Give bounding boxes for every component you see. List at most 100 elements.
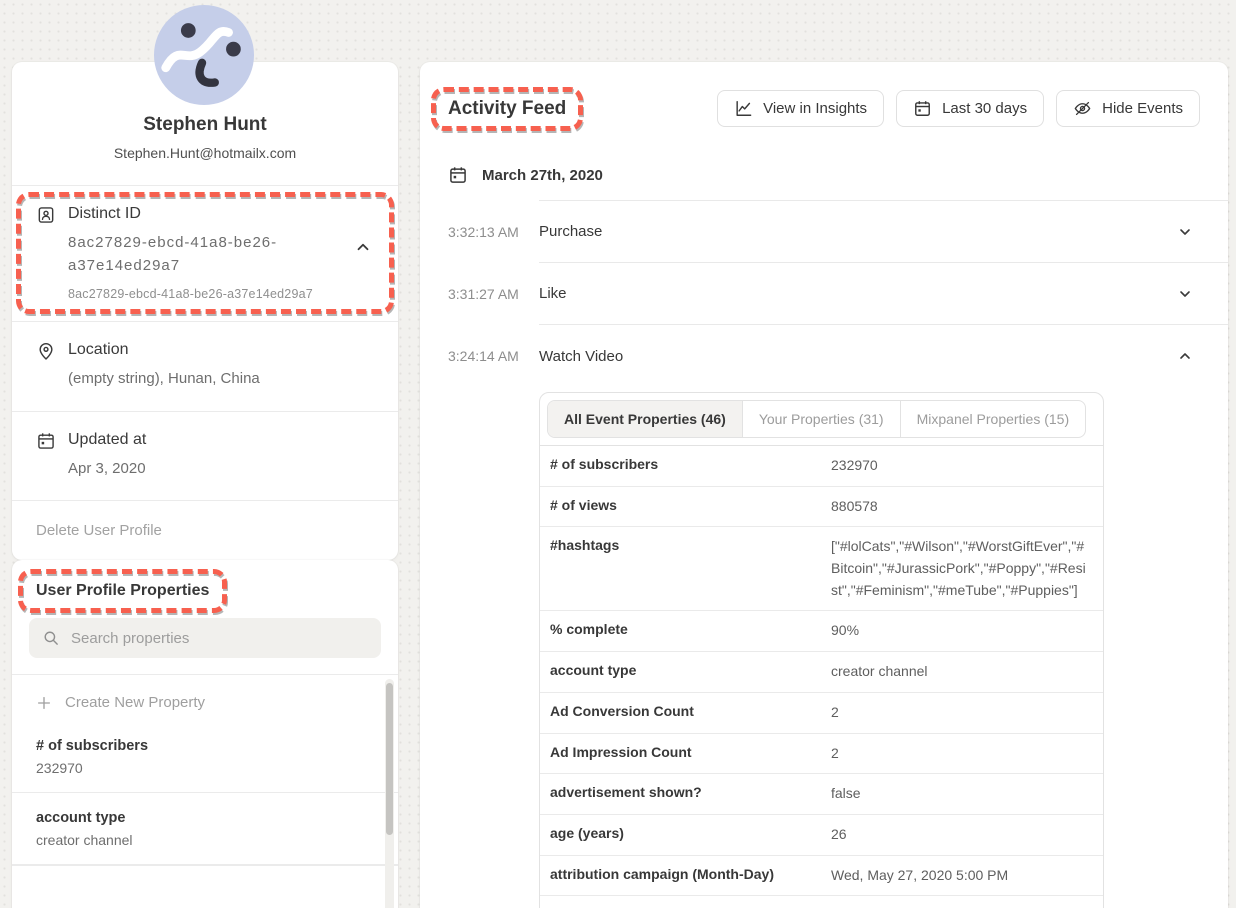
table-row: attribution channel Facebook	[540, 896, 1103, 908]
updated-at-section: Updated at Apr 3, 2020	[12, 412, 398, 502]
user-profile-properties-card: User Profile Properties Search propertie…	[12, 560, 398, 908]
property-value: 90%	[831, 611, 1103, 651]
table-row: attribution campaign (Month-Day) Wed, Ma…	[540, 856, 1103, 897]
property-value: 232970	[36, 760, 374, 776]
chevron-down-icon[interactable]	[1177, 286, 1193, 302]
property-name: attribution channel	[540, 896, 831, 908]
calendar-icon	[913, 99, 932, 118]
event-expander[interactable]: Purchase	[539, 201, 1228, 263]
property-name: age (years)	[540, 815, 831, 855]
date-header-label: March 27th, 2020	[482, 167, 603, 184]
view-in-insights-button[interactable]: View in Insights	[717, 90, 884, 127]
table-row: # of views 880578	[540, 487, 1103, 528]
distinct-id-value: 8ac27829-ebcd-41a8-be26-a37e14ed29a7	[68, 232, 300, 277]
hide-events-button[interactable]: Hide Events	[1056, 90, 1200, 127]
table-row: Ad Conversion Count 2	[540, 693, 1103, 734]
property-name: account type	[540, 652, 831, 692]
event-expander[interactable]: Watch Video	[539, 325, 1228, 387]
table-row: age (years) 26	[540, 815, 1103, 856]
property-value: 2	[831, 693, 1103, 733]
event-time: 3:24:14 AM	[448, 325, 539, 387]
event-name: Watch Video	[539, 348, 623, 365]
property-name: #hashtags	[540, 527, 831, 610]
event-name: Like	[539, 285, 567, 302]
tab-mixpanel-properties[interactable]: Mixpanel Properties (15)	[900, 401, 1086, 437]
create-new-property-button[interactable]: Create New Property	[12, 675, 398, 721]
distinct-id-label: Distinct ID	[68, 205, 141, 223]
property-value: 26	[831, 815, 1103, 855]
property-name: # of views	[540, 487, 831, 527]
search-placeholder: Search properties	[71, 630, 189, 647]
properties-list: Create New Property # of subscribers 232…	[12, 675, 398, 908]
table-row: % complete 90%	[540, 611, 1103, 652]
event-expander[interactable]: Like	[539, 263, 1228, 325]
event-name: Purchase	[539, 223, 602, 240]
property-name: Ad Impression Count	[540, 734, 831, 774]
plus-icon	[36, 695, 52, 711]
tab-your-properties[interactable]: Your Properties (31)	[742, 401, 900, 437]
property-value: creator channel	[36, 832, 374, 848]
properties-title: User Profile Properties	[18, 569, 227, 613]
location-section: Location (empty string), Hunan, China	[12, 322, 398, 412]
property-value: 880578	[831, 487, 1103, 527]
property-item[interactable]: # of subscribers 232970	[12, 721, 398, 793]
table-row: #hashtags ["#lolCats","#Wilson","#WorstG…	[540, 527, 1103, 611]
property-value: ["#lolCats","#Wilson","#WorstGiftEver","…	[831, 527, 1103, 610]
user-avatar	[153, 4, 255, 106]
user-profile-card: Stephen Hunt Stephen.Hunt@hotmailx.com D…	[12, 62, 398, 560]
property-value: 232970	[831, 446, 1103, 486]
event-properties-panel: All Event Properties (46) Your Propertie…	[539, 392, 1104, 908]
event-time: 3:31:27 AM	[448, 263, 539, 325]
property-name: # of subscribers	[540, 446, 831, 486]
table-row: account type creator channel	[540, 652, 1103, 693]
updated-at-label: Updated at	[68, 431, 146, 449]
distinct-id-value-small: 8ac27829-ebcd-41a8-be26-a37e14ed29a7	[68, 287, 374, 301]
property-value: Facebook	[831, 896, 1103, 908]
search-properties-input[interactable]: Search properties	[29, 618, 381, 658]
activity-feed-title: Activity Feed	[431, 87, 583, 131]
event-row: 3:31:27 AM Like	[448, 263, 1228, 325]
line-chart-icon	[734, 99, 753, 118]
property-value: 2	[831, 734, 1103, 774]
property-name: # of subscribers	[36, 738, 374, 754]
user-email: Stephen.Hunt@hotmailx.com	[36, 145, 374, 161]
properties-header: User Profile Properties	[12, 560, 398, 616]
activity-feed-card: Activity Feed View in Insights Last 30 d…	[420, 62, 1228, 908]
delete-user-profile-button[interactable]: Delete User Profile	[12, 501, 398, 560]
property-name: Ad Conversion Count	[540, 693, 831, 733]
calendar-icon	[36, 431, 56, 451]
property-name: attribution campaign (Month-Day)	[540, 856, 831, 896]
property-value: false	[831, 774, 1103, 814]
tab-all-event-properties[interactable]: All Event Properties (46)	[548, 401, 742, 437]
location-value: (empty string), Hunan, China	[68, 368, 374, 391]
scrollbar-thumb[interactable]	[386, 683, 393, 835]
table-row: advertisement shown? false	[540, 774, 1103, 815]
date-header: March 27th, 2020	[420, 127, 1228, 200]
distinct-id-section: Distinct ID 8ac27829-ebcd-41a8-be26-a37e…	[12, 186, 398, 322]
event-row: 3:24:14 AM Watch Video	[448, 325, 1228, 387]
mixpanel-user-profile-page: { "profile": { "name": "Stephen Hunt", "…	[0, 0, 1236, 908]
property-value: creator channel	[831, 652, 1103, 692]
property-name: account type	[36, 810, 374, 826]
search-icon	[42, 629, 60, 647]
updated-at-value: Apr 3, 2020	[68, 458, 374, 481]
chevron-up-icon[interactable]	[1177, 348, 1193, 364]
user-name: Stephen Hunt	[36, 114, 374, 136]
property-name: advertisement shown?	[540, 774, 831, 814]
property-item[interactable]: account type creator channel	[12, 793, 398, 865]
chevron-down-icon[interactable]	[1177, 224, 1193, 240]
table-row: Ad Impression Count 2	[540, 734, 1103, 775]
date-range-button[interactable]: Last 30 days	[896, 90, 1044, 127]
property-value: Wed, May 27, 2020 5:00 PM	[831, 856, 1103, 896]
event-properties-table: # of subscribers 232970 # of views 88057…	[540, 446, 1103, 908]
chevron-up-icon[interactable]	[354, 238, 372, 256]
calendar-icon	[448, 165, 468, 185]
id-badge-icon	[36, 205, 56, 225]
location-label: Location	[68, 341, 129, 359]
event-properties-tabbar: All Event Properties (46) Your Propertie…	[540, 393, 1103, 446]
property-name: % complete	[540, 611, 831, 651]
table-row: # of subscribers 232970	[540, 446, 1103, 487]
event-time: 3:32:13 AM	[448, 201, 539, 263]
event-row: 3:32:13 AM Purchase	[448, 201, 1228, 263]
location-pin-icon	[36, 341, 56, 361]
